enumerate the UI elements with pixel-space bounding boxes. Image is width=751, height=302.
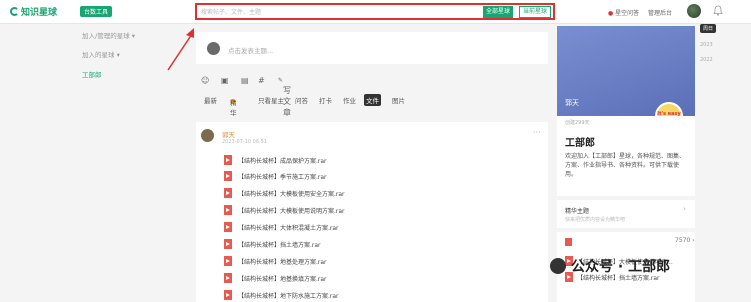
top-bar: 知识星球 台数工具 全部星球 当前星球 ● 星空问答 管理后台 [0,0,751,24]
image-icon[interactable]: ▣ [221,76,229,85]
file-icon [224,290,232,300]
file-name: 【结构长城杯】大体积混凝土方案.rar [238,224,339,232]
wechat-logo-icon [550,258,566,274]
app-logo[interactable]: 知识星球 [10,5,57,18]
file-icon [224,239,232,249]
file-icon [224,171,232,181]
file-icon [224,222,232,232]
compose-box[interactable]: 点击发表主题... [196,32,548,64]
left-nav: 加入/管理的星球 ▾ 加入的星球 ▾ 工部郎 [82,30,135,88]
group-info: 创建299天 工部郎 欢迎加入【工部郎】星球，各种规范、图集、方案、作业指导书、… [557,116,695,196]
tab-featured[interactable]: ● 精华 [226,94,237,117]
file-item[interactable]: 【结构长城杯】地基处理方案.rar [224,254,327,268]
group-name: 工部郎 [565,138,595,149]
tools-badge[interactable]: 台数工具 [80,6,113,17]
tab-files[interactable]: 文件 [364,94,381,106]
search-all-button[interactable]: 全部星球 [483,6,513,18]
compose-toolbar: ☺ ▣ ▤ # ✎ 写文章 [196,68,548,117]
file-name: 【结构长城杯】地基换填方案.rar [238,275,327,283]
file-item[interactable]: 【结构长城杯】季节施工方案.rar [224,169,327,183]
group-cover: 郭天 It's easy if you try [557,26,695,130]
search-input[interactable] [201,7,471,17]
write-article-button[interactable]: ✎ 写文章 [278,77,291,117]
file-name: 【结构长城杯】挡土墙方案.rar [238,241,321,249]
avatar [207,42,220,55]
file-item[interactable]: 【结构长城杯】大模板使用安全方案.rar [224,186,345,200]
topic-title: 精华主题 [565,208,590,215]
search-box: 全部星球 当前星球 [195,3,555,20]
avatar[interactable] [201,129,214,142]
emoji-icon[interactable]: ☺ [201,76,209,85]
watermark-text: 公众号 · 工部郎 [571,259,671,275]
tab-images[interactable]: 图片 [390,94,407,106]
group-description: 欢迎加入【工部郎】星球，各种规范、图集、方案、作业指导书、各种资料。可供下载使用… [565,153,686,178]
file-count[interactable]: 7570 › [675,237,695,244]
group-created: 创建299天 [565,120,590,126]
filter-tabs: 最新 ● 精华 只看星主 问答 打卡 作业 文件 图片 [196,92,548,117]
tab-featured-label: 精华 [230,99,237,117]
year-item[interactable]: 2023 [700,42,716,48]
file-item[interactable]: 【结构长城杯】大体积混凝土方案.rar [224,220,339,234]
bell-icon[interactable] [713,5,723,16]
file-item[interactable]: 【结构长城杯】地基换填方案.rar [224,271,327,285]
ask-label: 星空问答 [615,10,640,17]
file-icon [224,155,232,165]
year-current[interactable]: 周日 [700,24,717,33]
nav-active-group[interactable]: 工部郎 [82,69,135,79]
ask-link[interactable]: ● 星空问答 [608,8,639,17]
file-icon [224,205,232,215]
admin-link[interactable]: 管理后台 [648,8,672,17]
nav-manage[interactable]: 加入/管理的星球 ▾ [82,30,135,40]
file-name: 【结构长城杯】地下防水施工方案.rar [238,292,339,300]
watermark: 公众号 · 工部郎 [550,256,670,276]
featured-topics[interactable]: 精华主题 快来把优质内容设为精华吧 › [557,200,695,228]
file-name: 【结构长城杯】大模板使用说明方案.rar [238,207,345,215]
file-icon[interactable]: ▤ [241,76,249,85]
file-item[interactable]: 【结构长城杯】地下防水施工方案.rar [224,288,339,302]
file-item[interactable]: 【结构长城杯】挡土墙方案.rar [224,237,321,251]
file-icon [565,238,572,246]
post-author[interactable]: 郭天 [222,129,235,139]
file-name: 【结构长城杯】地基处理方案.rar [238,258,327,266]
tab-homework[interactable]: 作业 [341,94,358,106]
file-name: 【结构长城杯】季节施工方案.rar [238,173,327,181]
main-column: 点击发表主题... ☺ ▣ ▤ # ✎ 写文章 最新 ● 精华 只看星主 问答 … [196,32,548,117]
file-icon [224,188,232,198]
tab-latest[interactable]: 最新 [202,94,219,106]
more-icon[interactable]: ··· [533,128,541,137]
file-icon [224,256,232,266]
post-time: 2023-07-10 06:51 [222,139,268,145]
year-item[interactable]: 2022 [700,57,716,63]
chevron-right-icon: › [683,205,686,213]
tab-checkin[interactable]: 打卡 [317,94,334,106]
file-item[interactable]: 【结构长城杯】大模板使用说明方案.rar [224,203,345,217]
file-count-value: 7570 [675,237,691,244]
file-name: 【结构长城杯】大模板使用安全方案.rar [238,190,345,198]
year-nav: 周日 2023 2022 [700,24,717,72]
group-owner[interactable]: 郭天 [565,98,579,108]
logo-icon [10,7,19,16]
compose-placeholder: 点击发表主题... [228,47,274,55]
search-this-button[interactable]: 当前星球 [519,6,551,18]
nav-joined[interactable]: 加入的星球 ▾ [82,49,135,59]
file-name: 【结构长城杯】成品保护方案.rar [238,157,327,165]
file-icon [224,273,232,283]
post-card: 郭天 2023-07-10 06:51 ··· 【结构长城杯】成品保护方案.ra… [196,122,548,302]
hashtag-icon[interactable]: # [258,76,265,85]
logo-text: 知识星球 [21,8,58,18]
file-item[interactable]: 【结构长城杯】成品保护方案.rar [224,153,327,167]
tab-owner-only[interactable]: 只看星主 [256,94,286,106]
avatar[interactable] [687,4,701,18]
tab-qa[interactable]: 问答 [293,94,310,106]
topic-subtitle: 快来把优质内容设为精华吧 [565,217,626,223]
